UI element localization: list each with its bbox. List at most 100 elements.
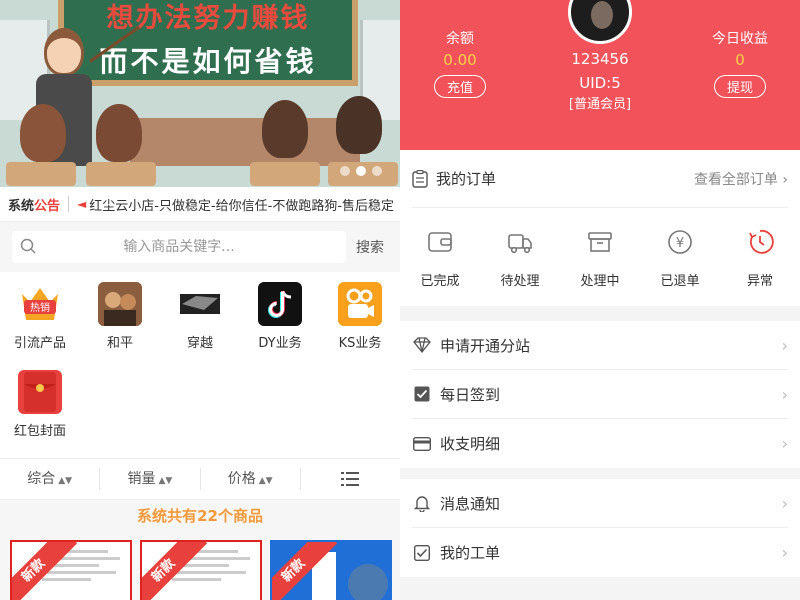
- hot-sale-icon: 热销: [18, 282, 62, 326]
- menu-label: 申请开通分站: [440, 336, 531, 355]
- ticket-check-icon: [412, 543, 432, 563]
- wallet-icon: [428, 232, 452, 252]
- notice-text[interactable]: 红尘云小店-只做稳定-给你信任-不做跑路狗-售后稳定: [89, 195, 394, 214]
- app-root: 想办法努力赚钱 而不是如何省钱 系统公告 ◄ 红尘云小店-只做稳定-给你信任-不…: [0, 0, 800, 600]
- count-prefix: 系统共有: [137, 507, 198, 525]
- menu-my-tickets[interactable]: 我的工单 ›: [412, 528, 788, 577]
- search-box: [12, 231, 346, 263]
- carousel-dot[interactable]: [340, 166, 350, 176]
- notice-label-part2: 公告: [34, 198, 61, 214]
- speaker-icon: ◄: [77, 197, 87, 211]
- tiktok-icon: [258, 282, 302, 326]
- diamond-icon: [412, 335, 432, 355]
- notice-label: 系统公告: [8, 195, 60, 214]
- member-level: [普通会员]: [568, 97, 632, 112]
- category-item[interactable]: KS业务: [320, 272, 400, 351]
- order-status-completed[interactable]: 已完成: [400, 228, 480, 289]
- product-count: 系统共有22个商品: [0, 500, 400, 532]
- menu-income-expense[interactable]: 收支明细 ›: [412, 419, 788, 468]
- category-label: 穿越: [186, 336, 213, 351]
- order-status-refunded[interactable]: ¥ 已退单: [640, 228, 720, 289]
- game-crossfire-icon: [178, 282, 222, 326]
- promo-banner[interactable]: 想办法努力赚钱 而不是如何省钱: [0, 0, 400, 187]
- order-status-label: 待处理: [500, 274, 540, 289]
- yen-icon: ¥: [668, 230, 692, 254]
- chevron-right-icon: ›: [781, 384, 788, 404]
- order-status-label: 已完成: [420, 274, 460, 289]
- teacher-figure-head: [44, 28, 84, 76]
- carousel-dot-active[interactable]: [356, 166, 366, 176]
- menu-group-service: 消息通知 › 我的工单 ›: [400, 479, 800, 577]
- orders-title: 我的订单: [436, 170, 497, 188]
- category-item[interactable]: DY业务: [240, 272, 320, 351]
- view-all-orders-link[interactable]: 查看全部订单 ›: [694, 169, 788, 189]
- recharge-button[interactable]: 充值: [433, 75, 486, 98]
- avatar[interactable]: [568, 0, 632, 44]
- bell-icon: [412, 493, 432, 513]
- truck-icon: [508, 234, 532, 254]
- menu-daily-checkin[interactable]: 每日签到 ›: [412, 370, 788, 419]
- avatar-face: [591, 1, 613, 29]
- withdraw-button[interactable]: 提现: [713, 75, 766, 98]
- clock-icon: [749, 229, 774, 254]
- count-suffix: 个商品: [217, 507, 263, 525]
- banner-desk: [130, 118, 360, 166]
- product-card[interactable]: 新款: [10, 540, 132, 600]
- balance-value: 0.00: [443, 51, 477, 69]
- sort-arrows-icon: ▲▼: [258, 476, 273, 486]
- chevron-right-icon: ›: [781, 493, 788, 513]
- notice-label-part1: 系统: [8, 198, 35, 214]
- student-head: [336, 96, 382, 154]
- profile-header: 余额 0.00 充值 今日收益 0 提现 123456 UID:5 [普通会员]: [400, 0, 800, 150]
- banner-blackboard: 想办法努力赚钱 而不是如何省钱: [58, 0, 358, 86]
- category-label: 和平: [106, 336, 133, 351]
- box-icon: [588, 232, 612, 252]
- product-list: 新款 新款 新款: [0, 532, 400, 600]
- order-status-exception[interactable]: 异常: [720, 228, 800, 289]
- sort-label: 销量: [127, 471, 156, 487]
- balance-label: 余额: [446, 31, 474, 47]
- student-head: [262, 100, 308, 158]
- product-card[interactable]: 新款: [140, 540, 262, 600]
- menu-apply-substation[interactable]: 申请开通分站 ›: [412, 321, 788, 370]
- category-item[interactable]: 穿越: [160, 272, 240, 351]
- search-button[interactable]: 搜索: [356, 237, 384, 257]
- menu-group-account: 申请开通分站 › 每日签到 › 收支明细 ›: [400, 321, 800, 468]
- menu-notifications[interactable]: 消息通知 ›: [412, 479, 788, 528]
- orders-header: 我的订单 查看全部订单 ›: [412, 150, 788, 208]
- sort-comprehensive[interactable]: 综合 ▲▼: [0, 468, 101, 490]
- chevron-right-icon: ›: [781, 434, 788, 453]
- product-thumbnail: [348, 564, 388, 600]
- search-input[interactable]: [12, 231, 346, 263]
- carousel-dot[interactable]: [372, 166, 382, 176]
- student-seat: [86, 162, 156, 186]
- svg-text:热销: 热销: [30, 301, 50, 314]
- category-label: KS业务: [338, 336, 382, 351]
- category-item[interactable]: 红包封面: [0, 360, 80, 439]
- category-grid: 热销 引流产品 和平 穿越 DY业务 KS业务 红包封面: [0, 272, 400, 452]
- category-label: 引流产品: [13, 336, 66, 351]
- order-status-pending[interactable]: 待处理: [480, 228, 560, 289]
- sort-bar: 综合 ▲▼ 销量 ▲▼ 价格 ▲▼: [0, 458, 400, 500]
- sort-label: 综合: [27, 471, 56, 487]
- product-card[interactable]: 新款: [270, 540, 392, 600]
- svg-text:¥: ¥: [676, 236, 684, 251]
- kuaishou-icon: [338, 282, 382, 326]
- menu-label: 收支明细: [440, 435, 501, 453]
- category-item[interactable]: 热销 引流产品: [0, 272, 80, 351]
- user-id: UID:5: [579, 74, 621, 92]
- menu-label: 我的工单: [440, 544, 501, 562]
- list-view-toggle[interactable]: [301, 468, 400, 490]
- checkbox-icon: [412, 384, 432, 404]
- student-seat: [6, 162, 76, 186]
- category-item[interactable]: 和平: [80, 272, 160, 351]
- menu-label: 每日签到: [440, 385, 501, 404]
- order-status-processing[interactable]: 处理中: [560, 228, 640, 289]
- sort-price[interactable]: 价格 ▲▼: [201, 468, 301, 490]
- sort-sales[interactable]: 销量 ▲▼: [100, 468, 201, 490]
- sort-arrows-icon: ▲▼: [158, 476, 173, 486]
- system-notice-bar: 系统公告 ◄ 红尘云小店-只做稳定-给你信任-不做跑路狗-售后稳定: [0, 187, 400, 222]
- profile-page: 余额 0.00 充值 今日收益 0 提现 123456 UID:5 [普通会员]…: [400, 0, 800, 600]
- search-bar: 搜索: [0, 222, 400, 272]
- category-label: DY业务: [258, 336, 302, 351]
